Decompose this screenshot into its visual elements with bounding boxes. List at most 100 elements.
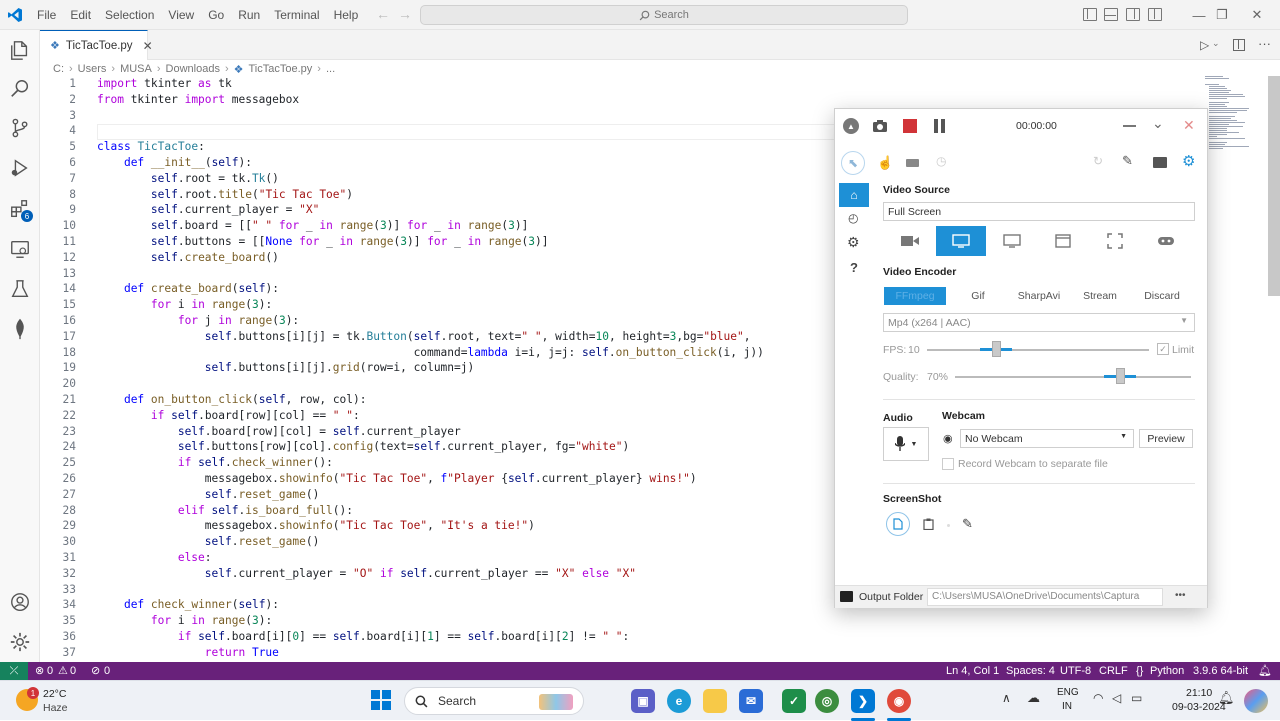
fps-slider-track[interactable]: [927, 349, 1149, 351]
camera-icon[interactable]: [872, 119, 888, 136]
output-path-field[interactable]: C:\Users\MUSA\OneDrive\Documents\Captura: [927, 588, 1163, 606]
code-line[interactable]: 1 import tkinter as tk: [40, 76, 1240, 92]
customize-layout-icon[interactable]: [1148, 8, 1162, 21]
breadcrumb-drive[interactable]: C:: [53, 63, 64, 75]
editor-scrollbar[interactable]: [1268, 76, 1280, 296]
whatsapp-icon[interactable]: ✓: [782, 689, 806, 713]
show-hidden-icons-chevron-icon[interactable]: ∧: [1002, 691, 1011, 705]
menu-item-edit[interactable]: Edit: [63, 0, 98, 30]
record-webcam-checkbox[interactable]: [942, 458, 954, 470]
minimize-icon[interactable]: [1123, 125, 1136, 127]
source-region-icon[interactable]: [1090, 226, 1140, 256]
vscode-taskbar-icon[interactable]: ❯: [851, 689, 875, 713]
imgur-dot-icon[interactable]: [947, 524, 950, 527]
menu-item-go[interactable]: Go: [201, 0, 231, 30]
codec-select[interactable]: Mp4 (x264 | AAC) ▼: [883, 313, 1195, 332]
speaker-icon[interactable]: ◁: [1112, 691, 1121, 705]
source-webcam-icon[interactable]: [885, 226, 935, 256]
quality-slider-thumb[interactable]: [1116, 368, 1126, 384]
record-stop-button[interactable]: [903, 119, 917, 133]
edge-icon[interactable]: e: [667, 689, 691, 713]
warning-count[interactable]: 0: [70, 662, 76, 680]
mongodb-leaf-icon[interactable]: [8, 317, 32, 341]
source-gamepad-icon[interactable]: [1141, 226, 1191, 256]
breadcrumb-downloads[interactable]: Downloads: [166, 63, 220, 75]
indentation[interactable]: Spaces: 4: [1006, 662, 1055, 680]
menu-item-view[interactable]: View: [161, 0, 201, 30]
minimap[interactable]: [1205, 76, 1267, 156]
teams-meet-icon[interactable]: ▣: [631, 689, 655, 713]
brush-icon[interactable]: ✎: [1122, 153, 1133, 169]
remote-indicator-icon[interactable]: ⤫: [0, 662, 28, 680]
timer-icon[interactable]: ◷: [936, 154, 946, 168]
toggle-secondary-sidebar-icon[interactable]: [1126, 8, 1140, 21]
breadcrumb-users[interactable]: Users: [78, 63, 107, 75]
source-monitor-icon[interactable]: [987, 226, 1037, 256]
history-icon[interactable]: ◴: [848, 211, 858, 225]
menu-item-terminal[interactable]: Terminal: [267, 0, 326, 30]
config-gear-icon[interactable]: ⚙: [847, 234, 860, 251]
audio-source-button[interactable]: ▼: [883, 427, 929, 461]
weather-temp[interactable]: 22°C: [43, 688, 66, 700]
language-line1[interactable]: ENG: [1057, 687, 1079, 698]
fps-slider-thumb[interactable]: [991, 341, 1001, 357]
menu-item-help[interactable]: Help: [327, 0, 366, 30]
video-source-field[interactable]: Full Screen: [883, 202, 1195, 221]
folder-icon[interactable]: [840, 591, 853, 602]
code-line[interactable]: 35 for i in range(3):: [40, 613, 1240, 629]
error-count[interactable]: 0: [47, 662, 53, 680]
edit-pen-icon[interactable]: ✎: [962, 516, 973, 532]
onedrive-icon[interactable]: ☁: [1027, 690, 1040, 706]
run-dropdown-chevron-icon[interactable]: ⌄: [1212, 38, 1220, 49]
folder-icon[interactable]: [1153, 157, 1167, 168]
keystrokes-icon[interactable]: [906, 159, 919, 167]
close-icon[interactable]: ✕: [1183, 117, 1195, 134]
accounts-icon[interactable]: [8, 590, 32, 614]
more-actions-icon[interactable]: ···: [1258, 36, 1271, 51]
menu-item-run[interactable]: Run: [231, 0, 267, 30]
captura-taskbar-icon[interactable]: ◉: [887, 689, 911, 713]
settings-gear-icon[interactable]: ⚙: [1182, 152, 1195, 170]
refresh-icon[interactable]: ↻: [1093, 154, 1103, 168]
pause-icon[interactable]: [941, 119, 945, 133]
split-editor-icon[interactable]: [1233, 39, 1245, 51]
cursor-icon[interactable]: ⬉: [841, 151, 865, 175]
toggle-sidebar-icon[interactable]: [1083, 8, 1097, 21]
code-line[interactable]: 37 return True: [40, 645, 1240, 661]
encoder-tab-gif[interactable]: Gif: [953, 287, 1003, 305]
file-explorer-icon[interactable]: [703, 689, 727, 713]
breadcrumb-ellipsis[interactable]: ...: [326, 63, 335, 75]
copilot-icon[interactable]: [1244, 689, 1268, 713]
quality-slider-track[interactable]: [955, 376, 1191, 378]
limit-checkbox[interactable]: ✓: [1157, 343, 1169, 355]
source-window-icon[interactable]: [1038, 226, 1088, 256]
toggle-panel-icon[interactable]: [1104, 8, 1118, 21]
pause-icon[interactable]: [934, 119, 938, 133]
webcam-select[interactable]: No Webcam ▼: [960, 429, 1134, 448]
close-tab-icon[interactable]: ✕: [143, 39, 153, 53]
remote-explorer-icon[interactable]: [8, 237, 32, 261]
more-options-button[interactable]: •••: [1175, 590, 1186, 601]
wifi-icon[interactable]: ◠: [1093, 691, 1103, 705]
language-mode[interactable]: Python: [1150, 662, 1184, 680]
ports-count[interactable]: 0: [104, 662, 110, 680]
explorer-icon[interactable]: [8, 38, 32, 62]
notification-bell-icon[interactable]: 🔔︎: [1218, 690, 1235, 706]
source-screen-icon[interactable]: [936, 226, 986, 256]
line-ending[interactable]: CRLF: [1099, 662, 1128, 680]
encoder-tab-ffmpeg[interactable]: FFmpeg: [884, 287, 946, 305]
save-to-disk-icon[interactable]: [886, 512, 910, 536]
help-icon[interactable]: ?: [850, 260, 858, 275]
collapse-icon[interactable]: ▲: [843, 118, 859, 134]
encoder-tab-stream[interactable]: Stream: [1075, 287, 1125, 305]
preview-button[interactable]: Preview: [1139, 429, 1193, 448]
encoder-tab-sharpavi[interactable]: SharpAvi: [1010, 287, 1068, 305]
home-icon[interactable]: ⌂: [839, 183, 869, 207]
cursor-position[interactable]: Ln 4, Col 1: [946, 662, 999, 680]
back-arrow-icon[interactable]: ←: [376, 6, 390, 22]
battery-icon[interactable]: ▭: [1131, 691, 1142, 705]
command-center-search[interactable]: Search: [420, 5, 908, 25]
code-line[interactable]: 36 if self.board[i][0] == self.board[i][…: [40, 629, 1240, 645]
taskbar-search[interactable]: Search: [404, 687, 584, 715]
windows-start-icon[interactable]: [371, 690, 391, 710]
